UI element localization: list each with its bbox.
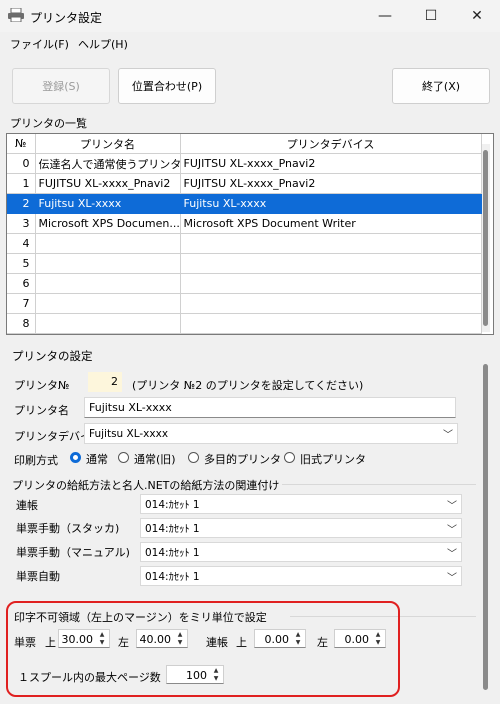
method-normal-old-label: 通常(旧) — [134, 453, 176, 466]
list-scrollbar[interactable] — [482, 144, 490, 332]
chevron-down-icon: ﹀ — [447, 500, 457, 512]
printer-app-icon — [8, 7, 24, 23]
row-device — [180, 313, 482, 334]
maximize-button[interactable]: ☐ — [408, 0, 454, 32]
method-radio-normal-old[interactable] — [118, 452, 129, 463]
column-header-name[interactable]: プリンタ名 — [35, 134, 181, 154]
row-no: 1 — [7, 173, 36, 194]
row-name — [35, 293, 181, 314]
settings-section-label: プリンタの設定 — [12, 349, 93, 363]
register-button[interactable]: 登録(S) — [12, 68, 110, 104]
row-device — [180, 253, 482, 274]
feed-label-auto: 単票自動 — [16, 570, 60, 583]
feed-group-divider — [282, 484, 476, 485]
row-device: FUJITSU XL-xxxx_Pnavi2 — [180, 153, 482, 174]
row-no: 5 — [7, 253, 36, 274]
method-radio-legacy[interactable] — [284, 452, 295, 463]
method-radio-normal[interactable] — [70, 452, 81, 463]
row-name — [35, 313, 181, 334]
row-no: 3 — [7, 213, 36, 234]
row-name: Fujitsu XL-xxxx — [35, 193, 181, 214]
row-device: FUJITSU XL-xxxx_Pnavi2 — [180, 173, 482, 194]
method-radio-multipurpose[interactable] — [188, 452, 199, 463]
column-header-no[interactable]: № — [7, 134, 36, 154]
feed-value: 014:ｶｾｯﾄ 1 — [145, 498, 200, 511]
chevron-down-icon: ﹀ — [447, 572, 457, 584]
feed-label-manual: 単票手動（マニュアル) — [16, 546, 130, 559]
row-no: 6 — [7, 273, 36, 294]
highlight-annotation-box — [6, 601, 400, 697]
row-name: FUJITSU XL-xxxx_Pnavi2 — [35, 173, 181, 194]
menu-help[interactable]: ヘルプ(H) — [78, 36, 128, 52]
table-row[interactable]: 8 — [7, 313, 482, 334]
chevron-down-icon: ﹀ — [447, 524, 457, 536]
row-name: 伝達名人で通常使うプリンタ — [35, 153, 181, 174]
feed-select-auto[interactable]: 014:ｶｾｯﾄ 1 ﹀ — [140, 566, 462, 586]
row-device — [180, 293, 482, 314]
feed-group-label: プリンタの給紙方法と名人.NETの給紙方法の関連付け — [12, 479, 280, 492]
printer-no-hint: (プリンタ №2 のプリンタを設定してください) — [132, 379, 364, 392]
row-no: 2 — [7, 193, 36, 214]
settings-scrollbar-thumb[interactable] — [483, 364, 488, 690]
row-device — [180, 273, 482, 294]
row-device: Fujitsu XL-xxxx — [180, 193, 482, 214]
feed-value: 014:ｶｾｯﾄ 1 — [145, 570, 200, 583]
feed-select-continuous[interactable]: 014:ｶｾｯﾄ 1 ﹀ — [140, 494, 462, 514]
table-row[interactable]: 4 — [7, 233, 482, 254]
printer-device-value: Fujitsu XL-xxxx — [89, 427, 169, 440]
printer-name-label: プリンタ名 — [14, 404, 69, 417]
chevron-down-icon: ﹀ — [447, 548, 457, 560]
feed-value: 014:ｶｾｯﾄ 1 — [145, 546, 200, 559]
table-row[interactable]: 7 — [7, 293, 482, 314]
row-name — [35, 253, 181, 274]
printer-name-input[interactable]: Fujitsu XL-xxxx — [84, 397, 456, 418]
settings-scrollbar[interactable] — [482, 360, 490, 700]
feed-select-stacker[interactable]: 014:ｶｾｯﾄ 1 ﹀ — [140, 518, 462, 538]
menu-file[interactable]: ファイル(F) — [10, 36, 69, 52]
printer-list-label: プリンタの一覧 — [10, 117, 87, 130]
row-no: 0 — [7, 153, 36, 174]
minimize-button[interactable]: — — [362, 0, 408, 32]
table-row[interactable]: 3 Microsoft XPS Documen... Microsoft XPS D… — [7, 213, 482, 234]
feed-label-stacker: 単票手動（スタッカ) — [16, 522, 120, 535]
row-name — [35, 273, 181, 294]
row-no: 8 — [7, 313, 36, 334]
table-row[interactable]: 0 伝達名人で通常使うプリンタ FUJITSU XL-xxxx_Pnavi2 — [7, 153, 482, 174]
close-button[interactable]: ✕ — [454, 0, 500, 32]
row-no: 4 — [7, 233, 36, 254]
list-scrollbar-thumb[interactable] — [483, 150, 488, 326]
row-name — [35, 233, 181, 254]
exit-button[interactable]: 終了(X) — [392, 68, 490, 104]
table-row[interactable]: 5 — [7, 253, 482, 274]
align-button[interactable]: 位置合わせ(P) — [118, 68, 216, 104]
printer-device-select[interactable]: Fujitsu XL-xxxx ﹀ — [84, 423, 458, 444]
row-device — [180, 233, 482, 254]
method-normal-label: 通常 — [86, 453, 108, 466]
column-header-device[interactable]: プリンタデバイス — [180, 134, 482, 154]
row-name: Microsoft XPS Documen... — [35, 213, 181, 234]
chevron-down-icon: ﹀ — [443, 430, 453, 441]
table-row-selected[interactable]: 2 Fujitsu XL-xxxx Fujitsu XL-xxxx — [7, 193, 482, 214]
window-title: プリンタ設定 — [30, 11, 103, 25]
method-multipurpose-label: 多目的プリンタ — [204, 453, 281, 466]
row-device: Microsoft XPS Document Writer — [180, 213, 482, 234]
row-no: 7 — [7, 293, 36, 314]
feed-value: 014:ｶｾｯﾄ 1 — [145, 522, 200, 535]
table-row[interactable]: 6 — [7, 273, 482, 294]
method-legacy-label: 旧式プリンタ — [300, 453, 366, 466]
feed-select-manual[interactable]: 014:ｶｾｯﾄ 1 ﹀ — [140, 542, 462, 562]
table-row[interactable]: 1 FUJITSU XL-xxxx_Pnavi2 FUJITSU XL-xxxx_P… — [7, 173, 482, 194]
printer-no-label: プリンタ№ — [14, 379, 70, 392]
printer-list-grid: № プリンタ名 プリンタデバイス 0 伝達名人で通常使うプリンタ FUJITSU X… — [6, 133, 494, 335]
printer-no-field: 2 — [88, 372, 122, 392]
print-method-label: 印刷方式 — [14, 454, 58, 467]
feed-label-continuous: 連帳 — [16, 499, 38, 512]
